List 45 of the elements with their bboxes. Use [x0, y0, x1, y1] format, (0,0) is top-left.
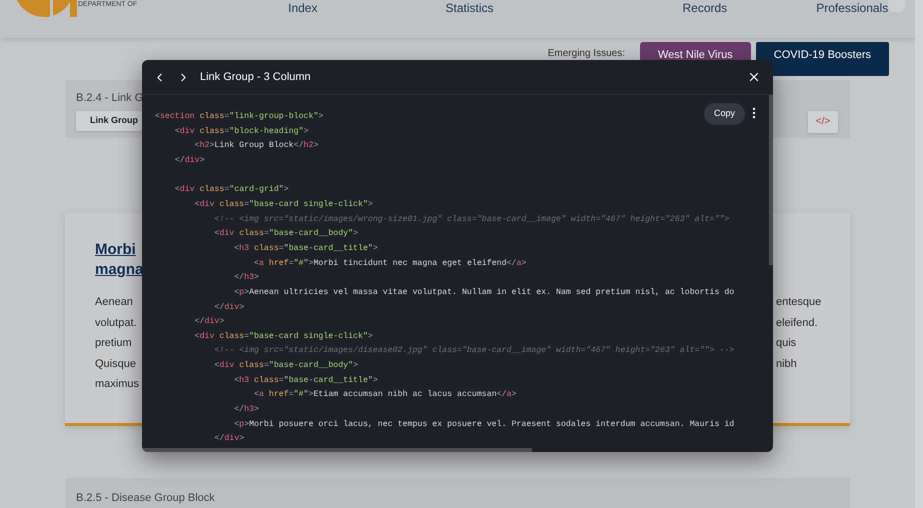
code-line: </div>	[194, 316, 224, 328]
code-line: <div class="card-grid">	[174, 184, 289, 196]
issue-button[interactable]: COVID-19 Boosters	[756, 42, 889, 76]
code-comment: <!-- <img src="static/images/disease02.jpg" class="base-card__image" width="467" height="263" alt=""> -->	[213, 345, 734, 358]
nav-link[interactable]: Records	[682, 1, 728, 15]
copy-button[interactable]: Copy	[704, 103, 745, 125]
card-text: nibh	[776, 356, 797, 372]
code-line: </h3>	[233, 404, 259, 416]
card-text: maximus	[95, 377, 140, 392]
code-line: </div>	[174, 154, 205, 167]
code-line: </h3>	[233, 272, 259, 284]
code-line: <h3 class="base-card__title">	[233, 374, 378, 387]
code-line: <p>Aenean ultricies vel massa vitae volutpat. Nullam in elit ex. Nam sed pretium nisl, ac lobortis do	[233, 286, 734, 299]
card-text: quis	[776, 336, 796, 351]
code-toggle-button[interactable]: </>	[808, 110, 838, 132]
card-text: Quisque	[95, 356, 136, 372]
code-line: <a href="#">Morbi tincidunt nec magna eget eleifend</a>	[253, 258, 526, 270]
code-line: <a href="#">Etiam accumsan nibh ac lacus accumsan</a>	[253, 389, 516, 402]
card-text: eleifend.	[776, 316, 818, 330]
code-line: </div>	[213, 433, 244, 446]
code-line: <div class="base-card single-click">	[194, 198, 373, 211]
code-line: <h3 class="base-card__title">	[233, 242, 378, 255]
code-line: <h2>Link Group Block</h2>	[194, 140, 318, 152]
emerging-label: Emerging Issues:	[548, 46, 625, 60]
section-title: B.2.5 - Disease Group Block	[76, 492, 215, 504]
code-line: <div class="base-card__body">	[213, 228, 358, 240]
nav-link[interactable]: Statistics	[445, 1, 494, 15]
code-line: <div class="base-card__body">	[213, 360, 358, 372]
card-text: pretium	[95, 336, 132, 351]
code-line: <section class="link-group-block">	[155, 111, 324, 123]
card-text: volutpat.	[95, 316, 137, 330]
code-line: <div class="block-heading">	[174, 126, 309, 138]
card-text: Aenean	[95, 295, 133, 310]
code-line: </div>	[213, 302, 244, 314]
modal-title: Link Group - 3 Column	[200, 70, 311, 85]
nav-link[interactable]: Professionals	[816, 1, 888, 15]
close-button[interactable]	[747, 70, 761, 84]
code-line: <div class="base-card single-click">	[194, 330, 373, 343]
card-text: entesque	[776, 295, 822, 310]
card-title-link[interactable]: magna	[95, 260, 144, 280]
close-icon	[747, 70, 761, 84]
code-comment: <!-- <img src="static/images/wrong-size01.jpg" class="base-card__image" width="467" height="263" alt="">	[213, 214, 730, 226]
nav-link[interactable]: Index	[288, 1, 318, 15]
code-line: <p>Morbi posuere orci lacus, nec tempus ex posuere vel. Praesent sodales interdum accumsan. Mauris id	[233, 418, 734, 431]
card-title-link[interactable]: Morbi	[95, 240, 136, 260]
